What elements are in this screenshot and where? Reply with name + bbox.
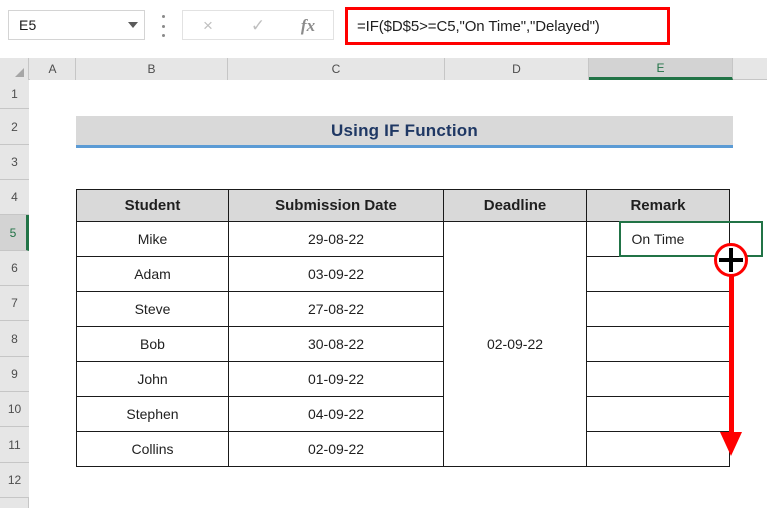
column-header-d[interactable]: D: [445, 58, 589, 80]
cell-remark[interactable]: [586, 431, 730, 467]
select-all-button[interactable]: [0, 58, 29, 80]
cell-remark[interactable]: [586, 326, 730, 362]
table-row[interactable]: Collins 02-09-22: [76, 431, 730, 467]
table-header-row: Student Submission Date Deadline Remark: [76, 189, 730, 222]
column-header-deadline: Deadline: [443, 189, 587, 222]
cell-remark[interactable]: [586, 361, 730, 397]
chevron-down-icon[interactable]: [128, 22, 138, 28]
data-table: Student Submission Date Deadline Remark …: [76, 189, 730, 467]
select-all-triangle-icon: [15, 68, 24, 77]
table-row[interactable]: John 01-09-22: [76, 361, 730, 397]
formula-input[interactable]: =IF($D$5>=C5,"On Time","Delayed"): [345, 7, 670, 45]
cell-student[interactable]: Bob: [76, 326, 229, 362]
table-row[interactable]: Mike 29-08-22 02-09-22 On Time: [76, 221, 730, 467]
formula-bar-buttons: × ✓ fx: [182, 10, 334, 40]
cell-submission[interactable]: 03-09-22: [228, 256, 444, 292]
cancel-icon[interactable]: ×: [191, 17, 225, 34]
down-arrow-icon: [720, 432, 742, 456]
sheet-title-text: Using IF Function: [331, 120, 478, 140]
cell-student[interactable]: Stephen: [76, 396, 229, 432]
name-box-value: E5: [19, 17, 37, 33]
formula-bar-strip: E5 × ✓ fx =IF($D$5>=C5,"On Time","Delaye…: [0, 0, 767, 58]
column-header-c[interactable]: C: [228, 58, 445, 80]
row-header-7[interactable]: 7: [0, 286, 29, 321]
column-header-student: Student: [76, 189, 229, 222]
sheet-title-banner: Using IF Function: [76, 116, 733, 148]
cell-remark[interactable]: On Time: [586, 221, 730, 257]
divider-dot: [161, 24, 165, 28]
row-header-5[interactable]: 5: [0, 215, 29, 251]
row-header-8[interactable]: 8: [0, 321, 29, 357]
cell-submission[interactable]: 02-09-22: [228, 431, 444, 467]
column-header-b[interactable]: B: [76, 58, 228, 80]
column-header-row: A B C D E: [0, 58, 767, 80]
cell-student[interactable]: Mike: [76, 221, 229, 257]
row-header-9[interactable]: 9: [0, 357, 29, 392]
spreadsheet-grid[interactable]: Using IF Function Student Submission Dat…: [30, 80, 767, 508]
cell-remark[interactable]: [586, 291, 730, 327]
divider-dot: [161, 15, 165, 18]
table-row[interactable]: Stephen 04-09-22: [76, 396, 730, 432]
column-header-submission: Submission Date: [228, 189, 444, 222]
row-header-2[interactable]: 2: [0, 109, 29, 145]
cell-submission[interactable]: 27-08-22: [228, 291, 444, 327]
fill-direction-arrow-line: [729, 260, 734, 438]
cell-remark[interactable]: [586, 396, 730, 432]
formula-bar-divider: [160, 15, 166, 37]
cell-student[interactable]: Adam: [76, 256, 229, 292]
formula-text: =IF($D$5>=C5,"On Time","Delayed"): [357, 17, 600, 35]
column-header-e[interactable]: E: [589, 58, 733, 80]
cell-submission[interactable]: 30-08-22: [228, 326, 444, 362]
name-box[interactable]: E5: [8, 10, 145, 40]
cell-student[interactable]: John: [76, 361, 229, 397]
cell-student[interactable]: Collins: [76, 431, 229, 467]
column-header-a[interactable]: A: [30, 58, 76, 80]
plus-horizontal-stroke: [719, 258, 743, 262]
table-row[interactable]: Bob 30-08-22: [76, 326, 730, 362]
row-header-4[interactable]: 4: [0, 180, 29, 215]
table-row[interactable]: Steve 27-08-22: [76, 291, 730, 327]
insert-function-icon[interactable]: fx: [291, 17, 325, 34]
cell-deadline-merged[interactable]: 02-09-22: [443, 221, 587, 467]
row-header-3[interactable]: 3: [0, 145, 29, 180]
row-header-11[interactable]: 11: [0, 427, 29, 463]
column-header-remark: Remark: [586, 189, 730, 222]
cell-remark[interactable]: [586, 256, 730, 292]
table-row[interactable]: Adam 03-09-22: [76, 256, 730, 292]
row-header-column: 1 2 3 4 5 6 7 8 9 10 11 12: [0, 80, 29, 508]
row-header-6[interactable]: 6: [0, 251, 29, 286]
divider-dot: [161, 34, 165, 37]
cell-student[interactable]: Steve: [76, 291, 229, 327]
row-header-12[interactable]: 12: [0, 463, 29, 498]
fill-handle-plus-cursor-icon: [714, 243, 748, 277]
row-header-1[interactable]: 1: [0, 80, 29, 109]
row-header-10[interactable]: 10: [0, 392, 29, 427]
cell-submission[interactable]: 29-08-22: [228, 221, 444, 257]
cell-submission[interactable]: 01-09-22: [228, 361, 444, 397]
confirm-check-icon[interactable]: ✓: [241, 17, 275, 34]
cell-submission[interactable]: 04-09-22: [228, 396, 444, 432]
